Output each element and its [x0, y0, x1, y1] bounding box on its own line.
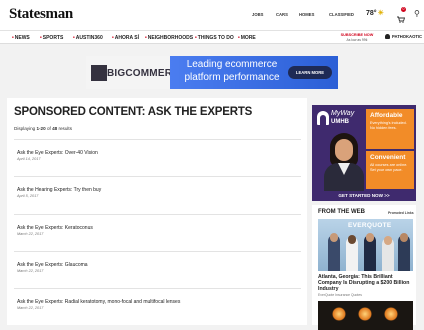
article-date: April 14, 2017 — [17, 157, 41, 161]
bigcommerce-banner-ad[interactable]: BIGCOMMERCE Leading ecommerce platform p… — [86, 56, 338, 89]
article-title[interactable]: Ask the Eye Experts: Radial keratotomy, … — [17, 299, 180, 305]
subscribe-label: SUBSCRIBE NOW — [340, 33, 374, 37]
myway-umhb-logo: MyWay UMHB — [315, 108, 365, 132]
article-title[interactable]: Ask the Eye Experts: Keratoconus — [17, 225, 93, 231]
banner-ad-line1: Leading ecommerce — [186, 59, 278, 70]
jobs-link[interactable]: JOBS — [252, 12, 263, 17]
nav-item-more[interactable]: •MORE — [238, 35, 256, 41]
cart-icon — [397, 16, 406, 23]
article-date: March 22, 2017 — [17, 232, 44, 236]
ad-model-photo — [322, 131, 366, 191]
article-item[interactable]: Ask the Hearing Experts: Try then buy Ap… — [14, 176, 301, 214]
article-item[interactable]: Ask the Eye Experts: Glaucoma March 22, … — [14, 251, 301, 288]
learn-more-button[interactable]: LEARN MORE — [288, 66, 332, 79]
weather-widget[interactable]: 78°☀ — [366, 9, 384, 17]
from-the-web-title: FROM THE WEB — [318, 209, 365, 215]
article-date: March 22, 2017 — [17, 306, 44, 310]
article-date: April 5, 2017 — [17, 194, 39, 198]
subscribe-price: As low as 99¢ — [346, 37, 368, 42]
account-menu[interactable]: PATHOKAOTIC — [385, 34, 423, 40]
banner-ad-line2: platform performance — [184, 72, 280, 83]
cart-button[interactable]: 0 — [397, 7, 406, 23]
main-nav: •NEWS •SPORTS •AUSTIN360 •AHORA SÍ •NEIG… — [0, 30, 424, 44]
everquote-logo: EVERQUOTE — [348, 222, 392, 229]
nav-item-ahora-si[interactable]: •AHORA SÍ — [112, 35, 139, 41]
get-started-button[interactable]: GET STARTED NOW >> — [312, 191, 416, 201]
promoted-links-label[interactable]: Promoted Links — [388, 211, 414, 215]
nav-item-sports[interactable]: •SPORTS — [40, 35, 63, 41]
article-date: March 22, 2017 — [17, 269, 44, 273]
bigcommerce-logo-mark — [91, 65, 107, 81]
bigcommerce-logo-area: BIGCOMMERCE — [86, 56, 186, 89]
results-count: Displaying 1-20 of 48 results — [14, 126, 72, 131]
convenient-text: All courses are online. Set your own pac… — [370, 163, 408, 172]
affordable-text: Everything's included. No hidden fees. — [370, 121, 407, 130]
from-the-web-widget: FROM THE WEB Promoted Links EVERQUOTE At… — [312, 205, 416, 330]
article-title[interactable]: Ask the Eye Experts: Glaucoma — [17, 262, 88, 268]
account-name: PATHOKAOTIC — [392, 34, 423, 39]
cars-link[interactable]: CARS — [276, 12, 288, 17]
nav-item-news[interactable]: •NEWS — [12, 35, 30, 41]
main-content: SPONSORED CONTENT: ASK THE EXPERTS Displ… — [7, 98, 307, 325]
nav-item-neighborhoods[interactable]: •NEIGHBORHOODS — [145, 35, 193, 41]
temperature: 78° — [366, 10, 377, 17]
banner-ad-message: Leading ecommerce platform performance L… — [170, 56, 338, 89]
search-icon[interactable]: ⚲ — [414, 9, 420, 18]
promoted-thumbnail-2[interactable] — [318, 301, 413, 330]
article-item[interactable]: Ask the Eye Experts: Over-40 Vision Apri… — [14, 139, 301, 176]
convenient-title: Convenient — [370, 154, 406, 161]
from-the-web-headline[interactable]: Atlanta, Georgia: This Brilliant Company… — [318, 274, 413, 293]
convenient-box: Convenient All courses are online. Set y… — [366, 151, 414, 189]
umhb-sidebar-ad[interactable]: MyWay UMHB Affordable Everything's inclu… — [312, 105, 416, 201]
article-item[interactable]: Ask the Eye Experts: Radial keratotomy, … — [14, 288, 301, 325]
article-item[interactable]: Ask the Eye Experts: Keratoconus March 2… — [14, 214, 301, 251]
from-the-web-source: EverQuote Insurance Quotes — [318, 293, 362, 297]
user-icon — [385, 34, 390, 40]
affordable-box: Affordable Everything's included. No hid… — [366, 109, 414, 149]
top-bar: Statesman JOBS CARS HOMES CLASSIFIED 78°… — [0, 0, 424, 30]
classified-link[interactable]: CLASSIFIED — [329, 12, 354, 17]
sun-cloud-icon: ☀ — [377, 10, 384, 17]
subscribe-button[interactable]: SUBSCRIBE NOW As low as 99¢ — [337, 33, 377, 42]
umhb-label: UMHB — [331, 119, 349, 125]
building-arch-icon — [317, 111, 329, 125]
nav-item-austin360[interactable]: •AUSTIN360 — [73, 35, 103, 41]
nav-item-things-to-do[interactable]: •THINGS TO DO — [195, 35, 234, 41]
article-title[interactable]: Ask the Eye Experts: Over-40 Vision — [17, 150, 98, 156]
myway-label: MyWay — [331, 110, 355, 117]
site-logo[interactable]: Statesman — [9, 6, 73, 23]
homes-link[interactable]: HOMES — [299, 12, 314, 17]
article-title[interactable]: Ask the Hearing Experts: Try then buy — [17, 187, 101, 193]
affordable-title: Affordable — [370, 112, 403, 119]
page-title: SPONSORED CONTENT: ASK THE EXPERTS — [14, 106, 253, 118]
cart-count-badge: 0 — [401, 7, 406, 12]
everquote-thumbnail[interactable]: EVERQUOTE — [318, 219, 413, 271]
